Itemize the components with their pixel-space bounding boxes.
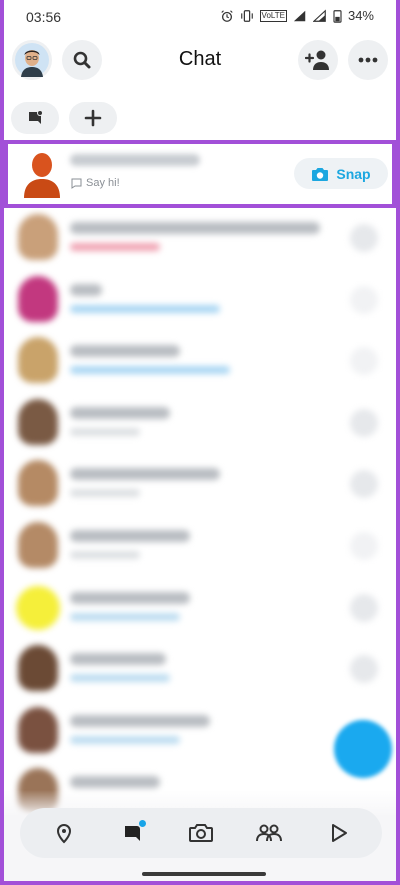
chat-action-icon[interactable]: [350, 593, 378, 622]
status-blurred: [70, 243, 160, 251]
default-avatar-icon: [24, 153, 60, 198]
play-icon: [331, 824, 347, 842]
status-blurred: [70, 550, 140, 559]
plus-icon: [84, 109, 102, 127]
signal-icon-2: [312, 8, 326, 22]
status-time: 03:56: [26, 9, 62, 25]
new-chat-fab[interactable]: [334, 720, 392, 778]
status-blurred: [70, 366, 230, 375]
chat-action-icon[interactable]: [350, 408, 378, 437]
signal-icon: [293, 10, 306, 21]
chat-row[interactable]: [4, 208, 396, 270]
contact-name-blurred: [70, 154, 200, 166]
contact-name-blurred: [70, 345, 180, 358]
empty-chat-icon: [71, 178, 82, 189]
camera-nav-icon: [188, 824, 213, 842]
avatar: [18, 214, 58, 260]
bottom-nav: [20, 808, 382, 858]
chat-row[interactable]: [4, 639, 396, 701]
chat-list: [4, 208, 396, 824]
avatar: [18, 460, 58, 507]
alarm-icon: [220, 9, 233, 22]
contact-name-blurred: [70, 529, 190, 542]
status-blurred: [70, 735, 180, 744]
add-friend-button[interactable]: [298, 40, 338, 80]
contact-name-blurred: [70, 283, 102, 296]
vibrate-icon: [240, 9, 253, 22]
say-hi-text: Say hi!: [86, 177, 120, 189]
chat-row[interactable]: [4, 516, 396, 578]
new-chat-filter-button[interactable]: [11, 102, 59, 134]
avatar: [18, 337, 58, 384]
contact-name-blurred: [70, 222, 320, 234]
status-blurred: [70, 612, 180, 621]
status-bar: 03:56 VoLTE 34%: [4, 0, 396, 34]
add-filter-button[interactable]: [69, 102, 117, 134]
chat-row[interactable]: [4, 454, 396, 516]
contact-name-blurred: [70, 406, 170, 419]
chat-row[interactable]: [4, 578, 396, 640]
camera-icon: [312, 167, 329, 181]
chat-screen: 03:56 VoLTE 34% Chat Say hi! Snap: [4, 0, 396, 881]
chat-row[interactable]: [4, 393, 396, 455]
avatar: [18, 275, 58, 322]
contact-name-blurred: [70, 468, 220, 481]
snap-button-label: Snap: [336, 165, 371, 182]
nav-camera[interactable]: [184, 816, 218, 850]
home-indicator[interactable]: [142, 872, 266, 876]
chat-row[interactable]: [4, 331, 396, 393]
status-blurred: [70, 489, 140, 498]
chat-bubble-icon: [29, 110, 43, 124]
contact-name-blurred: [70, 591, 190, 604]
snap-button[interactable]: Snap: [294, 158, 388, 189]
battery-icon: [333, 9, 342, 23]
nav-friends[interactable]: [252, 816, 286, 850]
avatar: [18, 521, 58, 568]
notification-dot: [137, 819, 147, 828]
battery-percent: 34%: [347, 8, 374, 23]
contact-name-blurred: [70, 776, 160, 789]
status-blurred: [70, 674, 170, 683]
status-blurred: [70, 427, 140, 436]
add-friend-icon: [305, 50, 329, 70]
chat-row[interactable]: [4, 270, 396, 332]
chat-action-icon[interactable]: [350, 285, 378, 314]
chat-action-icon[interactable]: [350, 224, 378, 252]
nav-map[interactable]: [47, 816, 81, 850]
chat-action-icon[interactable]: [350, 347, 378, 376]
volte-icon: VoLTE: [259, 9, 287, 22]
chat-action-icon[interactable]: [350, 470, 378, 499]
contact-name-blurred: [70, 653, 166, 666]
more-icon: [358, 57, 378, 63]
more-options-button[interactable]: [348, 40, 388, 80]
chat-action-icon[interactable]: [350, 655, 378, 684]
avatar: [18, 398, 58, 445]
contact-name-blurred: [70, 714, 210, 727]
avatar: [18, 706, 58, 753]
map-pin-icon: [57, 824, 72, 844]
chat-action-icon[interactable]: [350, 531, 378, 560]
nav-chat[interactable]: [116, 816, 150, 850]
status-icons: VoLTE 34%: [220, 8, 374, 23]
status-blurred: [70, 304, 220, 313]
nav-stories[interactable]: [321, 816, 355, 850]
say-hi-status: Say hi!: [71, 177, 120, 189]
highlighted-chat-row[interactable]: Say hi! Snap: [4, 144, 396, 208]
avatar: [16, 585, 60, 630]
avatar: [18, 645, 58, 692]
friends-icon: [256, 824, 283, 842]
